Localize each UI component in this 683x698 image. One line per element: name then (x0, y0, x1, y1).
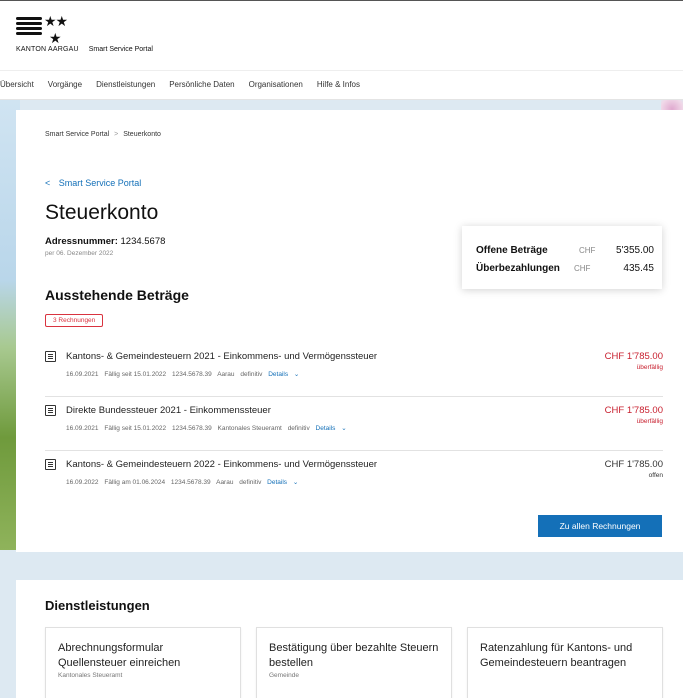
back-link[interactable]: < Smart Service Portal (45, 178, 141, 188)
address-number: Adressnummer: 1234.5678 (45, 236, 165, 247)
invoice-date: 16.09.2021 (66, 371, 99, 378)
over-currency: CHF (574, 264, 591, 273)
invoice-title[interactable]: Kantons- & Gemeindesteuern 2021 - Einkom… (66, 351, 377, 362)
open-currency: CHF (579, 246, 596, 255)
invoice-due: Fällig am 01.06.2024 (104, 479, 166, 486)
breadcrumb-separator: > (114, 131, 119, 138)
invoice-row: Kantons- & Gemeindesteuern 2022 - Einkom… (45, 453, 663, 505)
summary-open-row: Offene Beträge CHF 5'355.00 (476, 245, 654, 256)
service-tile-title: Abrechnungsformular Quellensteuer einrei… (58, 642, 181, 669)
invoice-row: Direkte Bundessteuer 2021 - Einkommensst… (45, 399, 663, 451)
invoice-date: 16.09.2022 (66, 479, 99, 486)
details-toggle[interactable]: Details ⌄ (316, 425, 351, 432)
outstanding-title: Ausstehende Beträge (45, 287, 189, 303)
details-toggle[interactable]: Details ⌄ (267, 479, 302, 486)
service-tile-bestaetigung[interactable]: Bestätigung über bezahlte Steuern bestel… (256, 627, 452, 698)
over-amount: 435.45 (623, 263, 654, 274)
invoice-state: definitiv (287, 425, 310, 432)
address-value: 1234.5678 (120, 236, 166, 247)
invoice-ref: 1234.5678.39 (170, 479, 211, 486)
chevron-down-icon: ⌄ (341, 425, 347, 432)
service-tile-subtitle: Gemeinde (269, 672, 299, 679)
invoice-ref: 1234.5678.39 (171, 425, 212, 432)
nav-item-vorgaenge[interactable]: Vorgänge (48, 80, 82, 89)
invoice-due: Fällig seit 15.01.2022 (104, 425, 167, 432)
nav-item-hilfe[interactable]: Hilfe & Infos (317, 80, 360, 89)
invoice-amount: CHF 1'785.00 (604, 405, 663, 416)
breadcrumb: Smart Service Portal > Steuerkonto (45, 131, 161, 138)
invoice-status: offen (648, 472, 663, 479)
service-tile-ratenzahlung[interactable]: Ratenzahlung für Kantons- und Gemeindest… (467, 627, 663, 698)
invoice-title[interactable]: Direkte Bundessteuer 2021 - Einkommensst… (66, 405, 271, 416)
over-label: Überbezahlungen (476, 263, 560, 274)
chevron-down-icon: ⌄ (293, 371, 300, 378)
service-tile-title: Ratenzahlung für Kantons- und Gemeindest… (480, 642, 633, 669)
invoice-ref: 1234.5678.39 (171, 371, 212, 378)
breadcrumb-root[interactable]: Smart Service Portal (45, 131, 109, 138)
stars-icon: ★★ ★ (44, 13, 68, 46)
details-label: Details (315, 425, 336, 432)
breadcrumb-current: Steuerkonto (123, 131, 161, 138)
brand-text: KANTON AARGAU Smart Service Portal (16, 46, 153, 53)
balance-summary: Offene Beträge CHF 5'355.00 Überbezahlun… (462, 226, 662, 289)
main-nav: Übersicht Vorgänge Dienstleistungen Pers… (0, 70, 683, 100)
service-tile-subtitle: Kantonales Steueramt (58, 672, 123, 679)
document-icon (45, 459, 56, 470)
nav-item-dienstleistungen[interactable]: Dienstleistungen (96, 80, 155, 89)
open-amount: 5'355.00 (615, 245, 654, 256)
services-section: Dienstleistungen Abrechnungsformular Que… (16, 580, 683, 698)
invoice-place: Kantonales Steueramt (217, 425, 282, 432)
back-link-label: Smart Service Portal (58, 178, 142, 188)
invoice-status: überfällig (636, 418, 663, 425)
invoice-title[interactable]: Kantons- & Gemeindesteuern 2022 - Einkom… (66, 459, 377, 470)
invoice-date: 16.09.2021 (66, 425, 99, 432)
brand-portal: Smart Service Portal (88, 46, 153, 53)
invoice-place: Aarau (217, 371, 235, 378)
address-label: Adressnummer: (45, 236, 118, 247)
all-invoices-button[interactable]: Zu allen Rechnungen (538, 515, 662, 537)
invoice-amount: CHF 1'785.00 (604, 351, 663, 362)
nav-item-organisationen[interactable]: Organisationen (249, 80, 303, 89)
site-header: ★★ ★ KANTON AARGAU Smart Service Portal (0, 0, 683, 70)
service-tile-title: Bestätigung über bezahlte Steuern bestel… (269, 642, 439, 669)
service-tile-quellensteuer[interactable]: Abrechnungsformular Quellensteuer einrei… (45, 627, 241, 698)
invoice-due: Fällig seit 15.01.2022 (104, 371, 167, 378)
address-date: per 06. Dezember 2022 (45, 250, 114, 257)
invoice-count-badge: 3 Rechnungen (45, 314, 104, 327)
services-title: Dienstleistungen (45, 598, 150, 613)
summary-over-row: Überbezahlungen CHF 435.45 (476, 263, 654, 274)
details-label: Details (267, 479, 288, 486)
invoice-meta: 16.09.2022 Fällig am 01.06.2024 1234.567… (66, 478, 306, 486)
brand-kanton: KANTON AARGAU (16, 46, 79, 53)
chevron-down-icon: ⌄ (292, 479, 299, 486)
nav-item-uebersicht[interactable]: Übersicht (0, 80, 34, 89)
invoice-meta: 16.09.2021 Fällig seit 15.01.2022 1234.5… (66, 370, 307, 378)
tax-account-card: Smart Service Portal > Steuerkonto < Sma… (16, 110, 683, 552)
details-label: Details (268, 371, 289, 378)
invoice-state: definitiv (239, 479, 262, 486)
nav-item-persoenliche-daten[interactable]: Persönliche Daten (169, 80, 234, 89)
document-icon (45, 405, 56, 416)
invoice-row: Kantons- & Gemeindesteuern 2021 - Einkom… (45, 345, 663, 397)
page-title: Steuerkonto (45, 201, 159, 224)
invoice-meta: 16.09.2021 Fällig seit 15.01.2022 1234.5… (66, 424, 355, 432)
invoice-place: Aarau (216, 479, 234, 486)
invoice-amount: CHF 1'785.00 (604, 459, 663, 470)
document-icon (45, 351, 56, 362)
waves-icon (16, 17, 42, 37)
invoice-status: überfällig (636, 364, 663, 371)
open-label: Offene Beträge (476, 245, 548, 256)
browser-window: ★★ ★ KANTON AARGAU Smart Service Portal Ü… (0, 0, 683, 698)
invoice-state: definitiv (240, 371, 263, 378)
details-toggle[interactable]: Details ⌄ (268, 371, 303, 378)
chevron-left-icon: < (45, 178, 51, 188)
